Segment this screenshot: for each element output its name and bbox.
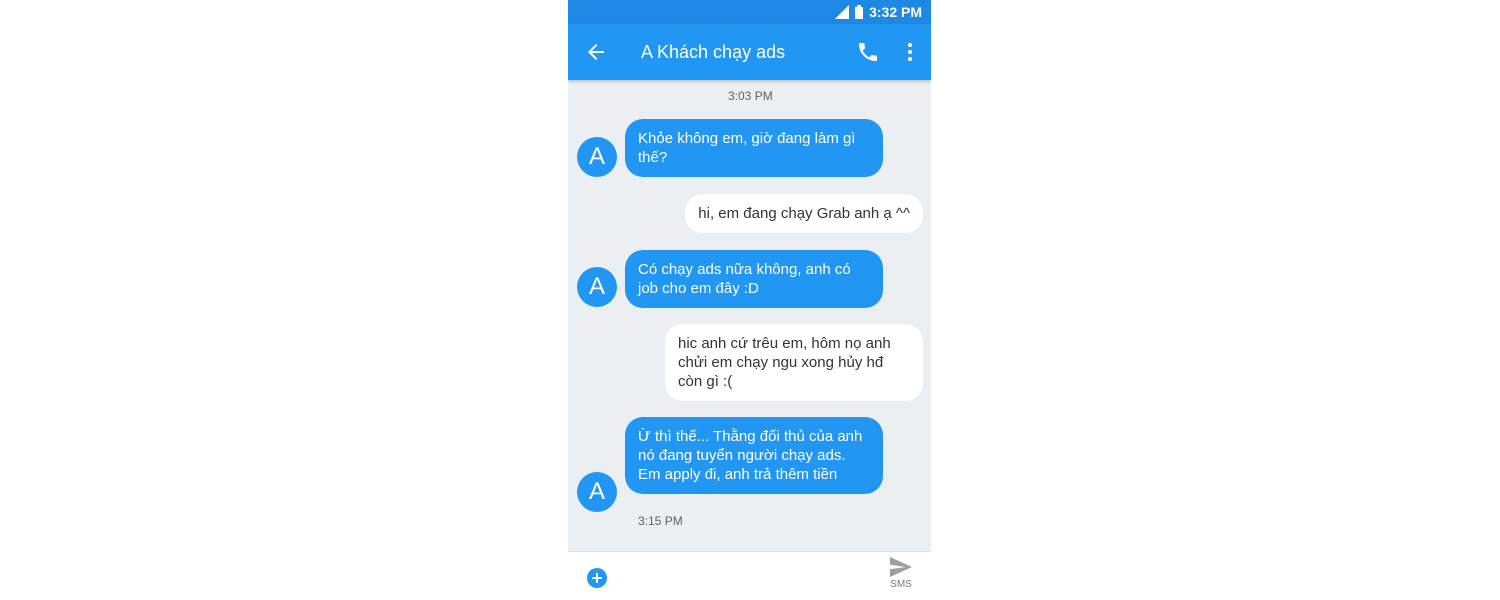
contact-avatar[interactable]: A	[577, 472, 617, 512]
status-time: 3:32 PM	[869, 4, 922, 20]
more-vert-icon[interactable]	[898, 40, 922, 64]
battery-icon	[855, 5, 864, 19]
status-bar: 3:32 PM	[568, 0, 931, 24]
send-button[interactable]: SMS	[884, 556, 918, 598]
send-icon	[890, 557, 912, 577]
outgoing-message[interactable]: hic anh cứ trêu em, hôm nọ anh chửi em c…	[665, 324, 923, 401]
message-timestamp: 3:15 PM	[638, 514, 683, 528]
signal-icon	[835, 5, 850, 19]
message-timestamp: 3:03 PM	[728, 89, 773, 103]
add-circle-icon[interactable]	[587, 568, 607, 588]
messaging-screen: 3:32 PM A Khách chạy ads 3:03 PM A Khỏe …	[568, 0, 931, 600]
arrow-back-icon[interactable]	[584, 40, 608, 64]
outgoing-message[interactable]: hi, em đang chạy Grab anh ạ ^^	[685, 194, 923, 233]
incoming-message[interactable]: Có chạy ads nữa không, anh có job cho em…	[625, 250, 883, 308]
contact-avatar[interactable]: A	[577, 267, 617, 307]
contact-avatar[interactable]: A	[577, 137, 617, 177]
incoming-message[interactable]: Ừ thì thế... Thằng đối thủ của anh nó đa…	[625, 417, 883, 494]
phone-icon[interactable]	[856, 40, 880, 64]
incoming-message[interactable]: Khỏe không em, giờ đang làm gì thế?	[625, 119, 883, 177]
send-label: SMS	[890, 579, 912, 590]
conversation-title: A Khách chạy ads	[641, 42, 786, 62]
message-composer: SMS	[568, 551, 931, 600]
app-bar: A Khách chạy ads	[568, 24, 931, 80]
message-input[interactable]	[620, 560, 870, 592]
